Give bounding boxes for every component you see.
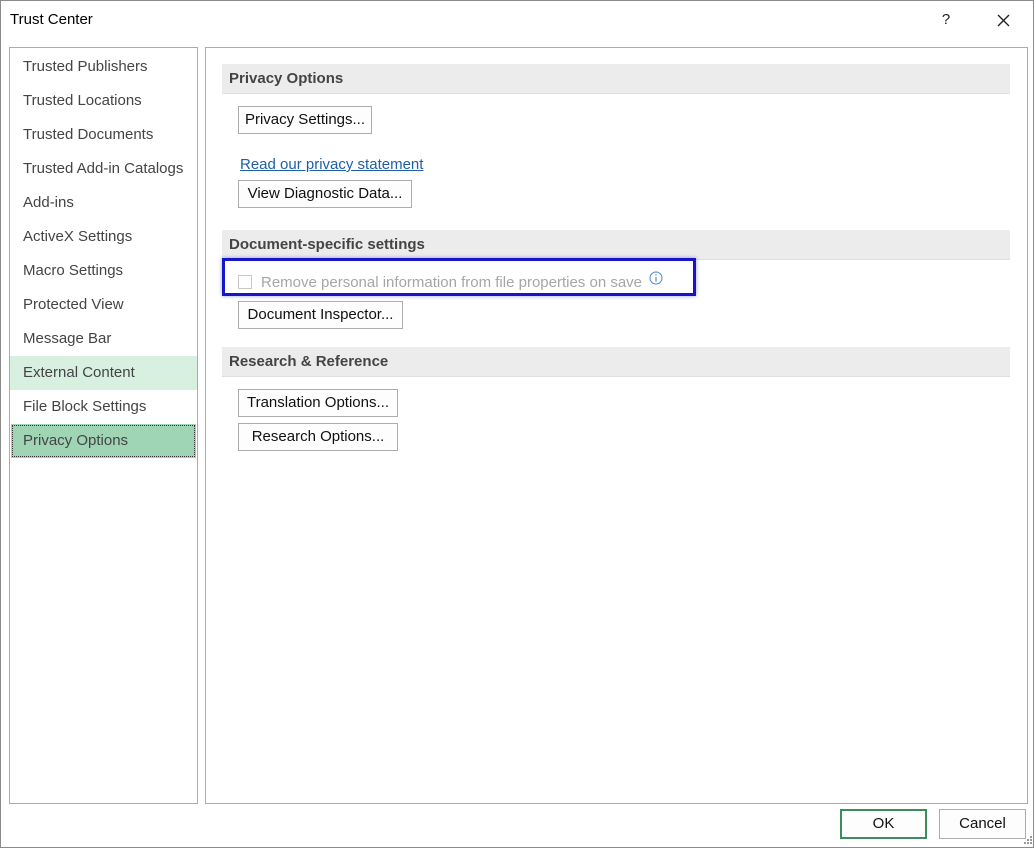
document-inspector-button[interactable]: Document Inspector... bbox=[238, 301, 403, 329]
title-bar: Trust Center ? bbox=[1, 1, 1033, 39]
cancel-button[interactable]: Cancel bbox=[939, 809, 1026, 839]
view-diagnostic-data-button[interactable]: View Diagnostic Data... bbox=[238, 180, 412, 208]
close-icon bbox=[997, 14, 1010, 27]
close-button[interactable] bbox=[985, 5, 1021, 35]
document-settings-header: Document-specific settings bbox=[222, 230, 1010, 260]
sidebar-item-macro-settings[interactable]: Macro Settings bbox=[10, 254, 197, 288]
remove-personal-info-checkbox[interactable] bbox=[238, 275, 252, 289]
sidebar-item-file-block-settings[interactable]: File Block Settings bbox=[10, 390, 197, 424]
sidebar-item-privacy-options[interactable]: Privacy Options bbox=[11, 424, 196, 458]
sidebar-item-trusted-add-in-catalogs[interactable]: Trusted Add-in Catalogs bbox=[10, 152, 197, 186]
trust-center-dialog: Trust Center ? Trusted Publishers Truste… bbox=[0, 0, 1034, 848]
sidebar-item-trusted-locations[interactable]: Trusted Locations bbox=[10, 84, 197, 118]
info-icon[interactable] bbox=[649, 271, 663, 285]
sidebar-item-activex-settings[interactable]: ActiveX Settings bbox=[10, 220, 197, 254]
privacy-settings-button[interactable]: Privacy Settings... bbox=[238, 106, 372, 134]
research-options-button[interactable]: Research Options... bbox=[238, 423, 398, 451]
privacy-statement-link[interactable]: Read our privacy statement bbox=[240, 156, 423, 173]
resize-grip-icon[interactable] bbox=[1023, 835, 1033, 845]
help-button[interactable]: ? bbox=[929, 5, 963, 35]
sidebar-item-add-ins[interactable]: Add-ins bbox=[10, 186, 197, 220]
sidebar-item-message-bar[interactable]: Message Bar bbox=[10, 322, 197, 356]
window-title: Trust Center bbox=[10, 11, 93, 28]
sidebar-item-external-content[interactable]: External Content bbox=[10, 356, 197, 390]
sidebar-item-trusted-documents[interactable]: Trusted Documents bbox=[10, 118, 197, 152]
sidebar-item-protected-view[interactable]: Protected View bbox=[10, 288, 197, 322]
remove-personal-info-label: Remove personal information from file pr… bbox=[261, 274, 643, 291]
privacy-options-header: Privacy Options bbox=[222, 64, 1010, 94]
ok-button[interactable]: OK bbox=[840, 809, 927, 839]
content-panel: Privacy Options Privacy Settings... Read… bbox=[205, 47, 1028, 804]
sidebar-nav: Trusted Publishers Trusted Locations Tru… bbox=[9, 47, 198, 804]
translation-options-button[interactable]: Translation Options... bbox=[238, 389, 398, 417]
research-reference-header: Research & Reference bbox=[222, 347, 1010, 377]
sidebar-item-trusted-publishers[interactable]: Trusted Publishers bbox=[10, 50, 197, 84]
